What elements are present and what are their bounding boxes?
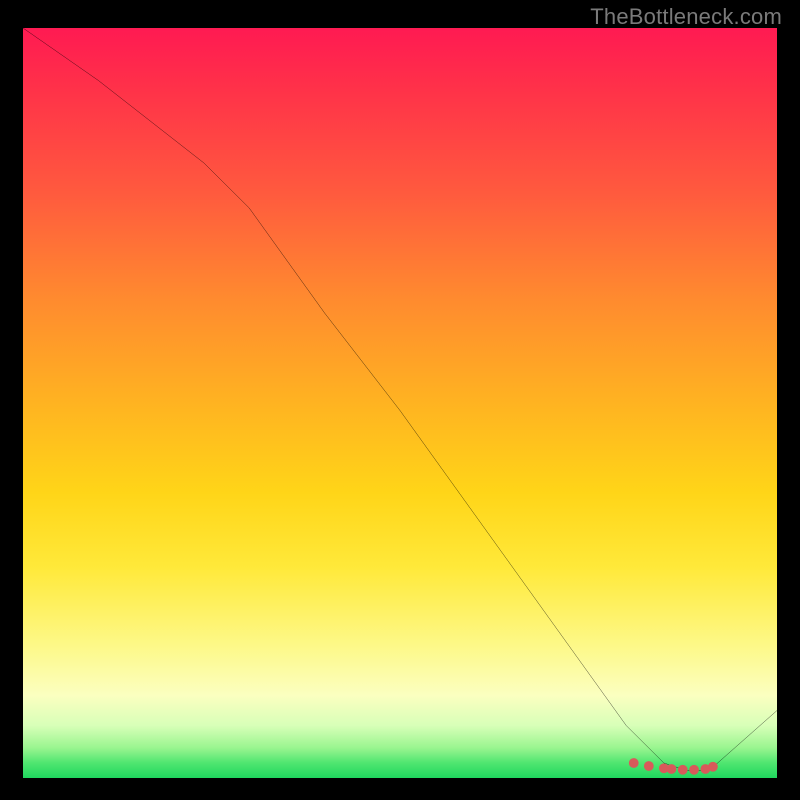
optimal-marker — [667, 764, 677, 774]
plot-area — [23, 28, 777, 778]
optimal-marker — [689, 765, 699, 775]
optimal-marker — [644, 761, 654, 771]
attribution-label: TheBottleneck.com — [590, 4, 782, 30]
bottleneck-curve — [23, 28, 777, 771]
optimal-marker — [708, 762, 718, 772]
optimal-marker — [678, 765, 688, 775]
optimal-marker — [629, 758, 639, 768]
chart-root: TheBottleneck.com — [0, 0, 800, 800]
curve-layer — [23, 28, 777, 778]
optimal-range-markers — [629, 758, 718, 775]
